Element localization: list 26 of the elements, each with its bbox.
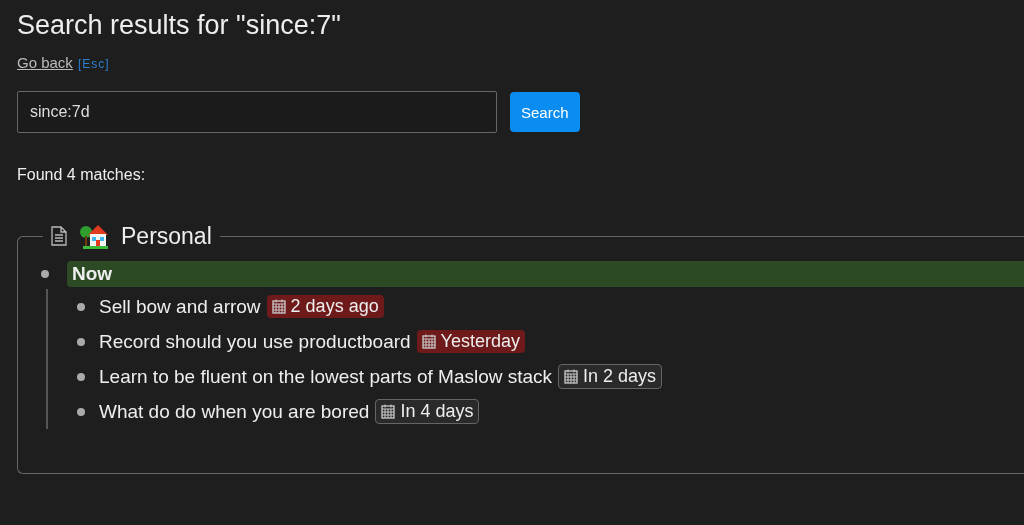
calendar-icon	[381, 404, 396, 419]
date-badge: Yesterday	[416, 330, 525, 353]
bullet-icon	[41, 270, 49, 278]
calendar-icon	[564, 369, 579, 384]
date-badge: In 4 days	[375, 399, 480, 424]
calendar-icon	[271, 299, 286, 314]
bullet-icon	[77, 372, 85, 381]
document-icon	[51, 226, 67, 246]
date-badge: 2 days ago	[266, 295, 384, 318]
calendar-icon	[421, 334, 436, 349]
bullet-icon	[77, 302, 85, 311]
bullet-icon	[77, 407, 85, 416]
task-text: Record should you use productboard	[99, 330, 411, 353]
match-count: Found 4 matches:	[17, 166, 147, 184]
house-icon	[79, 222, 109, 250]
task-text: Learn to be fluent on the lowest parts of Maslow stack	[99, 365, 553, 388]
go-back-link[interactable]: Go back	[17, 54, 73, 71]
task-text: What do do when you are bored	[99, 400, 370, 423]
bullet-icon	[77, 337, 85, 346]
group-title: Personal	[121, 222, 212, 250]
search-field[interactable]: since:7d	[17, 91, 497, 133]
section-heading: Now	[67, 261, 1024, 287]
shortcut-hint: [Esc]	[77, 57, 110, 71]
page-title: Search results for "since:7"	[17, 9, 342, 42]
task-text: Sell bow and arrow	[99, 295, 261, 318]
date-badge: In 2 days	[558, 364, 663, 389]
